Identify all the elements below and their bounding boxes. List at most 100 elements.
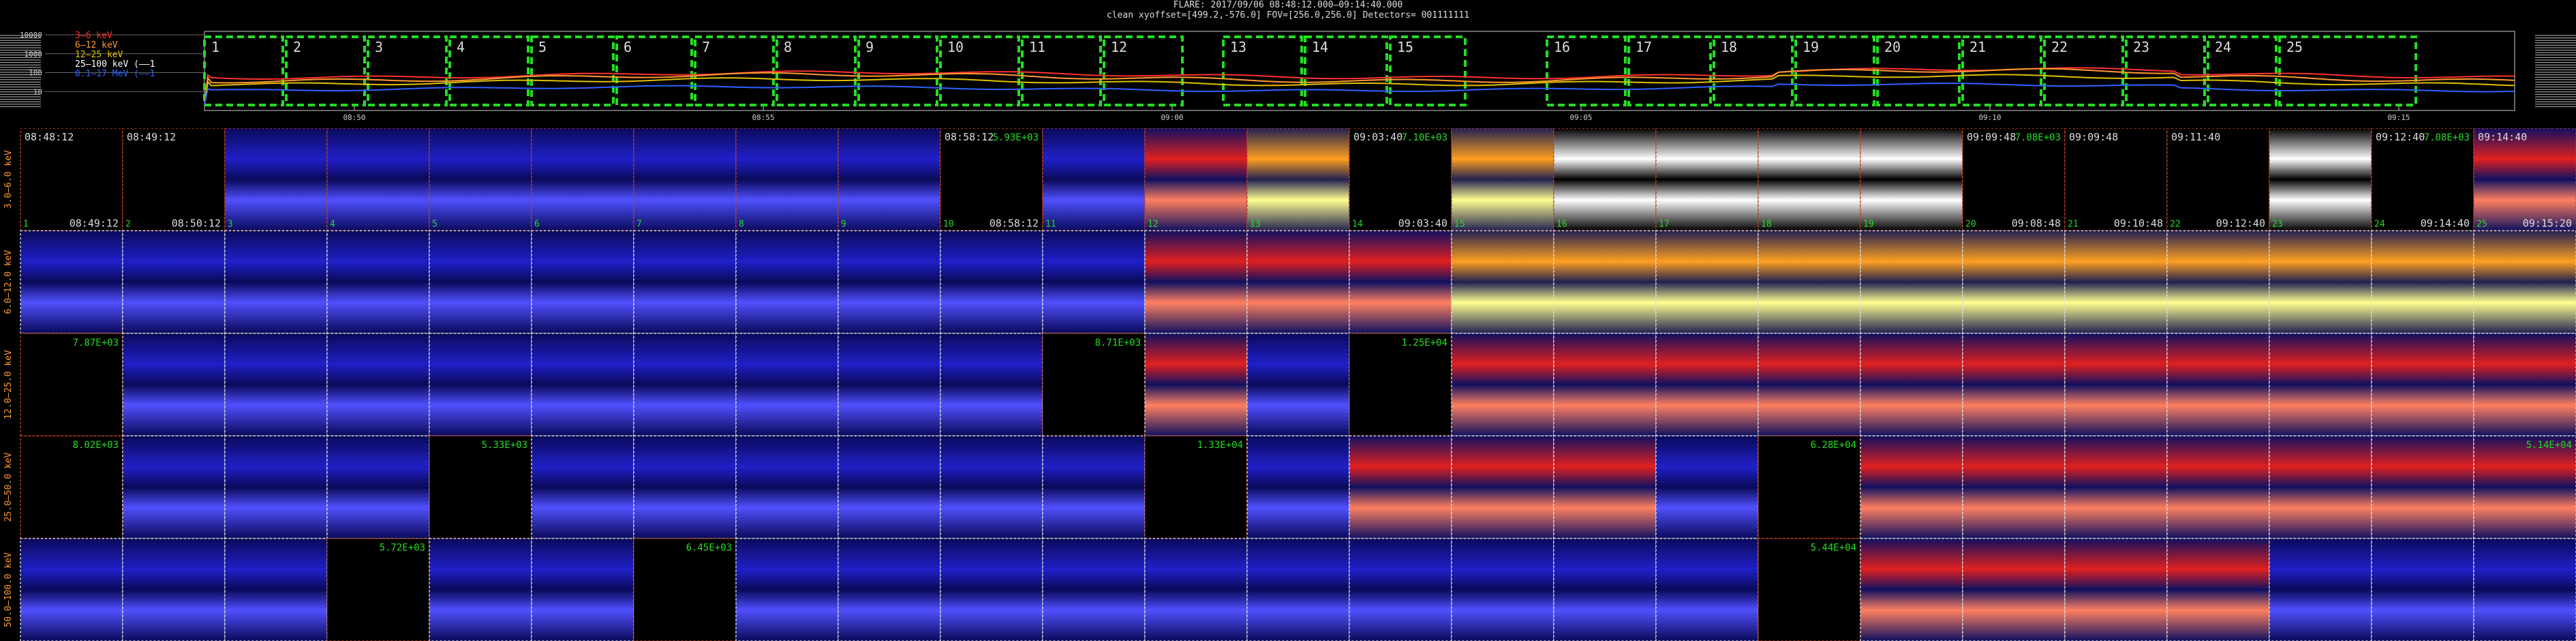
legend-entry: 0.1–17 MeV (—–1 [75,69,155,79]
blank-image-cell [1145,436,1247,539]
clean-image-cell [2372,436,2474,539]
clean-image-cell [1452,538,1554,641]
max-value-label: 7.08E+03 [2015,132,2061,143]
clean-image-cell [1452,230,1554,333]
max-value-label: 5.14E+04 [2526,440,2572,451]
clean-image-cell [838,230,940,333]
time-end-label: 09:03:40 [1398,217,1447,229]
interval-label: 2 [293,39,301,55]
clean-image-cell [225,128,327,231]
interval-label: 6 [624,39,632,55]
blank-image-cell [1758,436,1860,539]
interval-number: 11 [1045,219,1056,229]
max-value-label: 6.45E+03 [686,543,732,554]
interval-number: 21 [2068,219,2079,229]
interval-number: 25 [2477,219,2487,229]
clean-image-cell [1758,230,1860,333]
interval-label: 24 [2215,39,2231,55]
blank-image-cell [1349,333,1452,436]
clean-image-cell [1860,230,1963,333]
blank-image-cell [1349,128,1452,231]
clean-image-cell [1963,230,2065,333]
clean-image-cell [1452,128,1554,231]
clean-image-cell [1043,230,1145,333]
interval-label: 22 [2051,39,2068,55]
interval-number: 15 [1454,219,1465,229]
interval-number: 4 [330,219,335,229]
max-value-label: 7.08E+03 [2424,132,2470,143]
energy-band-label: 12.0–25.0 keV [3,350,14,419]
lightcurve-0.1-17-mev [204,83,2515,106]
clean-image-cell [634,230,736,333]
clean-image-cell [2065,436,2167,539]
blank-image-cell [1963,128,2065,231]
clean-image-cell [1554,230,1656,333]
blank-image-cell [123,128,225,231]
clean-image-cell [838,436,940,539]
time-start-label: 09:12:40 [2376,131,2425,143]
interval-label: 25 [2286,39,2303,55]
blank-image-cell [2167,128,2269,231]
clean-image-cell [2269,230,2372,333]
time-start-label: 08:48:12 [25,131,74,143]
clean-image-cell [225,436,327,539]
interval-label: 7 [702,39,710,55]
clean-image-cell [123,230,225,333]
clean-image-cell [2269,128,2372,231]
interval-number: 10 [943,219,954,229]
clean-image-cell [1554,436,1656,539]
blank-image-cell [2065,128,2167,231]
clean-image-cell [736,436,838,539]
blank-image-cell [1043,333,1145,436]
clean-image-cell [838,538,940,641]
clean-image-cell [1043,436,1145,539]
clean-image-cell [736,128,838,231]
clean-image-cell [1860,436,1963,539]
blank-image-cell [20,333,123,436]
y-tick-label: 10000 [20,31,42,40]
interval-label: 21 [1969,39,1986,55]
clean-image-cell [429,128,532,231]
time-start-label: 09:03:40 [1353,131,1402,143]
legend-entry: 6–12 keV [75,40,118,50]
clean-image-cell [838,333,940,436]
blank-image-cell [634,538,736,641]
x-tick-label: 08:55 [752,113,774,122]
interval-label: 15 [1397,39,1413,55]
x-tick-label: 09:05 [1569,113,1592,122]
energy-band-label: 25.0–50.0 keV [3,452,14,522]
time-start-label: 08:49:12 [127,131,176,143]
max-value-label: 1.25E+04 [1402,338,1447,348]
time-end-label: 08:58:12 [990,217,1039,229]
time-end-label: 09:12:40 [2216,217,2265,229]
clean-image-cell [327,230,429,333]
max-value-label: 7.10E+03 [1402,132,1447,143]
clean-image-cell [1145,128,1247,231]
clean-image-cell [1656,128,1758,231]
clean-image-cell [1554,333,1656,436]
legend-entry: 3–6 keV [75,31,112,41]
clean-image-cell [736,333,838,436]
y-tick-label: 1000 [25,50,43,59]
y-tick-label: 10 [33,87,42,96]
interval-label: 10 [947,39,964,55]
clean-image-cell [736,538,838,641]
max-value-label: 5.44E+04 [1811,543,1856,554]
legend-entry: 25–100 keV (—–1 [75,59,155,70]
interval-label: 11 [1029,39,1045,55]
clean-image-cell [1349,436,1452,539]
clean-image-cell [532,128,634,231]
interval-number: 8 [739,219,744,229]
interval-number: 7 [637,219,642,229]
clean-image-cell [1145,230,1247,333]
clean-image-cell [2269,538,2372,641]
interval-label: 23 [2133,39,2149,55]
clean-image-cell [1860,538,1963,641]
clean-image-cell [2167,333,2269,436]
clean-image-cell [2065,333,2167,436]
time-end-label: 08:50:12 [172,217,221,229]
clean-image-cell [2372,538,2474,641]
time-end-label: 09:14:40 [2421,217,2470,229]
clean-image-cell [327,436,429,539]
clean-image-cell [1963,538,2065,641]
